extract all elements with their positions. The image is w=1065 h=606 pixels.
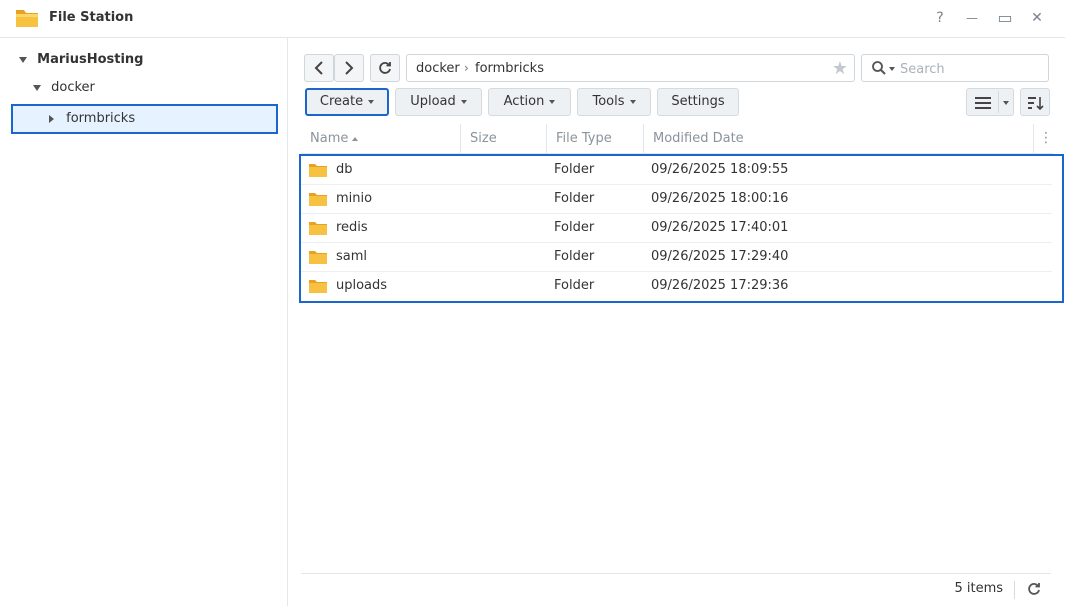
file-modified: 09/26/2025 17:40:01: [651, 220, 789, 235]
chevron-right-icon: [345, 61, 354, 75]
file-type: Folder: [554, 191, 595, 206]
table-row[interactable]: redis Folder 09/26/2025 17:40:01: [301, 214, 1052, 243]
refresh-icon: [379, 62, 391, 74]
column-header-file-type[interactable]: File Type: [547, 124, 644, 154]
folder-icon: [309, 222, 327, 235]
tree-item-mariushosting[interactable]: MariusHosting: [19, 46, 144, 74]
tree-item-label: MariusHosting: [37, 52, 144, 67]
action-button[interactable]: Action: [488, 88, 571, 116]
column-name-label: Name: [310, 131, 349, 146]
window-title: File Station: [49, 10, 134, 25]
search-icon[interactable]: [872, 61, 886, 75]
file-name: uploads: [336, 278, 388, 293]
file-name: saml: [336, 249, 368, 264]
main-panel: docker › formbricks ★ Create Upload Acti…: [289, 38, 1065, 606]
search-box[interactable]: [861, 54, 1049, 82]
file-type: Folder: [554, 162, 595, 177]
list-view-icon: [975, 97, 991, 109]
caret-right-icon[interactable]: [49, 114, 54, 123]
folder-tree-sidebar: MariusHosting docker formbricks: [0, 38, 288, 606]
back-button[interactable]: [304, 54, 334, 82]
tree-item-docker[interactable]: docker: [33, 74, 95, 102]
create-button[interactable]: Create: [305, 88, 389, 116]
column-date-label: Modified Date: [653, 131, 744, 146]
footer-divider: [1014, 581, 1015, 599]
create-label: Create: [319, 94, 364, 109]
file-modified: 09/26/2025 18:00:16: [651, 191, 789, 206]
file-modified: 09/26/2025 17:29:40: [651, 249, 789, 264]
breadcrumb-docker[interactable]: docker: [416, 61, 460, 76]
action-label: Action: [503, 94, 545, 109]
refresh-button[interactable]: [370, 54, 400, 82]
tree-item-label: docker: [51, 80, 95, 95]
refresh-list-icon[interactable]: [1027, 582, 1041, 596]
file-modified: 09/26/2025 18:09:55: [651, 162, 789, 177]
file-type: Folder: [554, 220, 595, 235]
file-modified: 09/26/2025 17:29:36: [651, 278, 789, 293]
star-icon[interactable]: ★: [832, 58, 848, 79]
column-header-modified-date[interactable]: Modified Date: [644, 124, 1034, 154]
help-icon[interactable]: ?: [930, 9, 950, 27]
settings-label: Settings: [671, 94, 725, 109]
maximize-icon[interactable]: ▭: [995, 9, 1015, 27]
column-menu-icon[interactable]: ⋮: [1039, 124, 1053, 154]
column-header-name[interactable]: Name: [301, 124, 461, 154]
view-button-divider: [998, 91, 999, 113]
upload-label: Upload: [410, 94, 456, 109]
file-type: Folder: [554, 249, 595, 264]
file-table-header: Name Size File Type Modified Date ⋮: [301, 124, 1053, 154]
dropdown-caret-icon: [460, 99, 467, 104]
minimize-icon[interactable]: —: [962, 9, 982, 27]
file-type: Folder: [554, 278, 595, 293]
settings-button[interactable]: Settings: [657, 88, 739, 116]
view-dropdown-icon[interactable]: [1003, 101, 1009, 105]
folder-icon: [309, 164, 327, 177]
file-name: db: [336, 162, 353, 177]
dropdown-caret-icon: [368, 99, 375, 104]
table-row[interactable]: saml Folder 09/26/2025 17:29:40: [301, 243, 1052, 272]
table-row[interactable]: db Folder 09/26/2025 18:09:55: [301, 156, 1052, 185]
file-name: minio: [336, 191, 373, 206]
folder-icon: [309, 280, 327, 293]
file-name: redis: [336, 220, 368, 235]
table-row[interactable]: uploads Folder 09/26/2025 17:29:36: [301, 272, 1052, 301]
tools-button[interactable]: Tools: [577, 88, 651, 116]
file-station-icon: [16, 10, 38, 27]
folder-icon: [309, 193, 327, 206]
sort-icon: [1028, 97, 1044, 110]
folder-icon: [309, 251, 327, 264]
file-list: db Folder 09/26/2025 18:09:55 minio Fold…: [299, 154, 1064, 303]
breadcrumb-separator: ›: [464, 61, 469, 75]
chevron-left-icon: [314, 61, 323, 75]
table-row[interactable]: minio Folder 09/26/2025 18:00:16: [301, 185, 1052, 214]
forward-button[interactable]: [334, 54, 364, 82]
search-dropdown-icon[interactable]: [889, 67, 895, 71]
tree-item-formbricks[interactable]: formbricks: [49, 105, 135, 133]
view-mode-button[interactable]: [966, 88, 1014, 116]
dropdown-caret-icon: [629, 99, 636, 104]
title-bar: File Station ? — ▭ ✕: [0, 0, 1065, 38]
path-bar[interactable]: docker › formbricks ★: [406, 54, 855, 82]
upload-button[interactable]: Upload: [395, 88, 482, 116]
status-footer: 5 items: [301, 573, 1051, 603]
caret-down-icon[interactable]: [19, 56, 27, 63]
dropdown-caret-icon: [549, 99, 556, 104]
sort-button[interactable]: [1020, 88, 1050, 116]
column-size-label: Size: [470, 131, 497, 146]
search-input[interactable]: [900, 59, 1040, 79]
breadcrumb-formbricks[interactable]: formbricks: [475, 61, 544, 76]
item-count: 5 items: [954, 581, 1003, 596]
caret-down-icon[interactable]: [33, 84, 41, 91]
sort-ascending-icon: [352, 136, 359, 141]
tools-label: Tools: [592, 94, 625, 109]
column-header-size[interactable]: Size: [461, 124, 547, 154]
tree-item-label: formbricks: [66, 111, 136, 126]
column-type-label: File Type: [556, 131, 612, 146]
close-icon[interactable]: ✕: [1027, 9, 1047, 27]
